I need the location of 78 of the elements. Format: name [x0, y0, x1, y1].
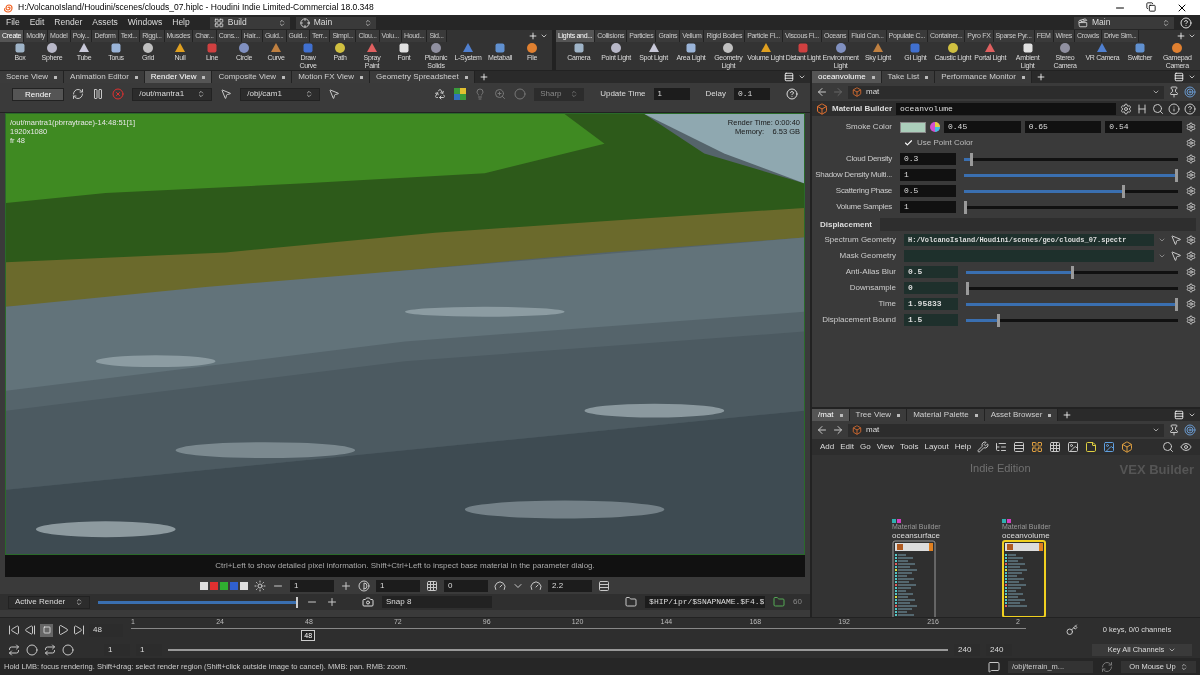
filter-dropdown[interactable]: Sharp — [534, 87, 585, 101]
menu-item[interactable]: Layout — [924, 441, 949, 453]
pane-tab[interactable]: Scene View — [0, 71, 65, 83]
value-field[interactable]: 1.5 — [904, 314, 958, 326]
pane-tab[interactable]: Composite View — [212, 71, 293, 83]
pane-tab[interactable]: /mat — [812, 409, 850, 421]
parameter-label: Cloud Density — [845, 153, 893, 165]
value-field[interactable]: 1.95833 — [904, 298, 958, 310]
value-field[interactable]: 0.5 — [900, 185, 956, 197]
update-time-label: Update Time — [600, 88, 646, 100]
pane-tab[interactable]: oceanvolume — [812, 71, 882, 83]
value-field[interactable]: 0.54 — [1105, 121, 1182, 133]
window-title: H:/VolcanoIsland/Houdini/scenes/clouds_07.hiplc - Houdini Indie Limited-Commercial 18.0.348 — [18, 1, 374, 14]
menu-item[interactable]: Edit — [840, 441, 855, 453]
dropdown[interactable]: Active Render — [8, 595, 90, 609]
parameter-label: Shadow Density Multi... — [814, 169, 893, 181]
parameter-label: Displacement Bound — [821, 314, 897, 326]
value-field[interactable]: 0 — [444, 579, 488, 592]
menu-item[interactable]: Tools — [899, 441, 919, 453]
pane-tab[interactable]: Material Palette — [907, 409, 985, 421]
parameter-label: Time — [877, 298, 897, 310]
checkbox-label: Use Point Color — [917, 137, 974, 149]
value-field[interactable]: 0.45 — [944, 121, 1021, 133]
menu-item[interactable]: Help — [954, 441, 972, 453]
menu-item[interactable]: Windows — [125, 16, 165, 29]
dropdown[interactable]: /out/mantra1 — [132, 87, 213, 101]
pane-tab[interactable]: Tree View — [849, 409, 908, 421]
parameter-label: Smoke Color — [844, 121, 893, 133]
menu-item[interactable]: Edit — [27, 16, 47, 29]
value-field[interactable]: 0.1 — [734, 88, 770, 100]
pane-tab[interactable]: Performance Monitor — [935, 71, 1032, 83]
path-field[interactable]: mat — [848, 423, 1164, 437]
section-tab[interactable]: Displacement — [812, 218, 881, 231]
node-name-field[interactable]: oceanvolume — [896, 102, 1116, 115]
value-field[interactable]: 1 — [653, 88, 690, 100]
value-field[interactable]: 0 — [904, 282, 958, 294]
node-type-label: Material Builder — [832, 102, 892, 115]
pane-tab[interactable]: Asset Browser — [984, 409, 1059, 421]
parameter-label: Volume Samples — [835, 201, 893, 213]
pane-tab[interactable]: Geometry Spreadsheet — [370, 71, 475, 83]
pane-tab[interactable]: Render View — [144, 71, 213, 83]
menu-item[interactable]: Assets — [90, 16, 120, 29]
snapshot-count: 60 — [793, 596, 802, 608]
menu-item[interactable]: Render — [52, 16, 85, 29]
layout-dropdown[interactable]: Main — [295, 16, 376, 29]
parameter-label: Anti-Alias Blur — [844, 266, 897, 278]
delay-label: Delay — [705, 88, 726, 100]
parameter-label: Spectrum Geometry — [823, 234, 897, 246]
menu-item[interactable]: File — [4, 16, 22, 29]
dropdown[interactable]: /obj/cam1 — [240, 87, 321, 101]
pane-tab[interactable]: Animation Editor — [64, 71, 145, 83]
value-field[interactable]: 0.3 — [900, 153, 956, 165]
value-field[interactable]: 1 — [900, 169, 956, 181]
value-field[interactable]: 1 — [290, 579, 334, 592]
value-field[interactable]: 0.5 — [904, 266, 958, 278]
value-field[interactable]: 2.2 — [548, 579, 592, 592]
render-button[interactable]: Render — [12, 87, 65, 101]
menu-item[interactable]: Go — [860, 441, 871, 453]
edition-watermark: Indie Edition — [970, 461, 1031, 476]
node-name[interactable]: oceanvolume — [1002, 531, 1051, 540]
hint-text: Ctrl+Left to show detailed pixel information. Shift+Ctrl+Left to inspect base material in the parameter dialog. — [215, 560, 595, 572]
pane-tab[interactable]: Motion FX View — [292, 71, 370, 83]
menu-item[interactable]: View — [876, 441, 894, 453]
desktop-dropdown[interactable]: Build — [209, 16, 290, 29]
value-field[interactable]: 0.65 — [1024, 121, 1102, 133]
menu-item[interactable]: Add — [820, 441, 835, 453]
parameter-label: Mask Geometry — [838, 250, 897, 262]
desktop-dropdown[interactable]: Main — [1074, 16, 1174, 29]
value-field[interactable]: Snap 8 — [382, 596, 492, 608]
value-field[interactable]: $HIP/ipr/$SNAPNAME.$F4.$ — [645, 596, 766, 608]
value-field[interactable]: 1 — [376, 579, 420, 592]
node-name[interactable]: oceansurface — [892, 531, 941, 540]
value-field[interactable]: 1 — [900, 201, 956, 213]
pane-tab[interactable]: Take List — [881, 71, 936, 83]
menu-item[interactable]: Help — [170, 16, 192, 29]
parameter-label: Downsample — [848, 282, 897, 294]
path-field[interactable]: mat — [848, 85, 1164, 99]
parameter-label: Scattering Phase — [834, 185, 893, 197]
